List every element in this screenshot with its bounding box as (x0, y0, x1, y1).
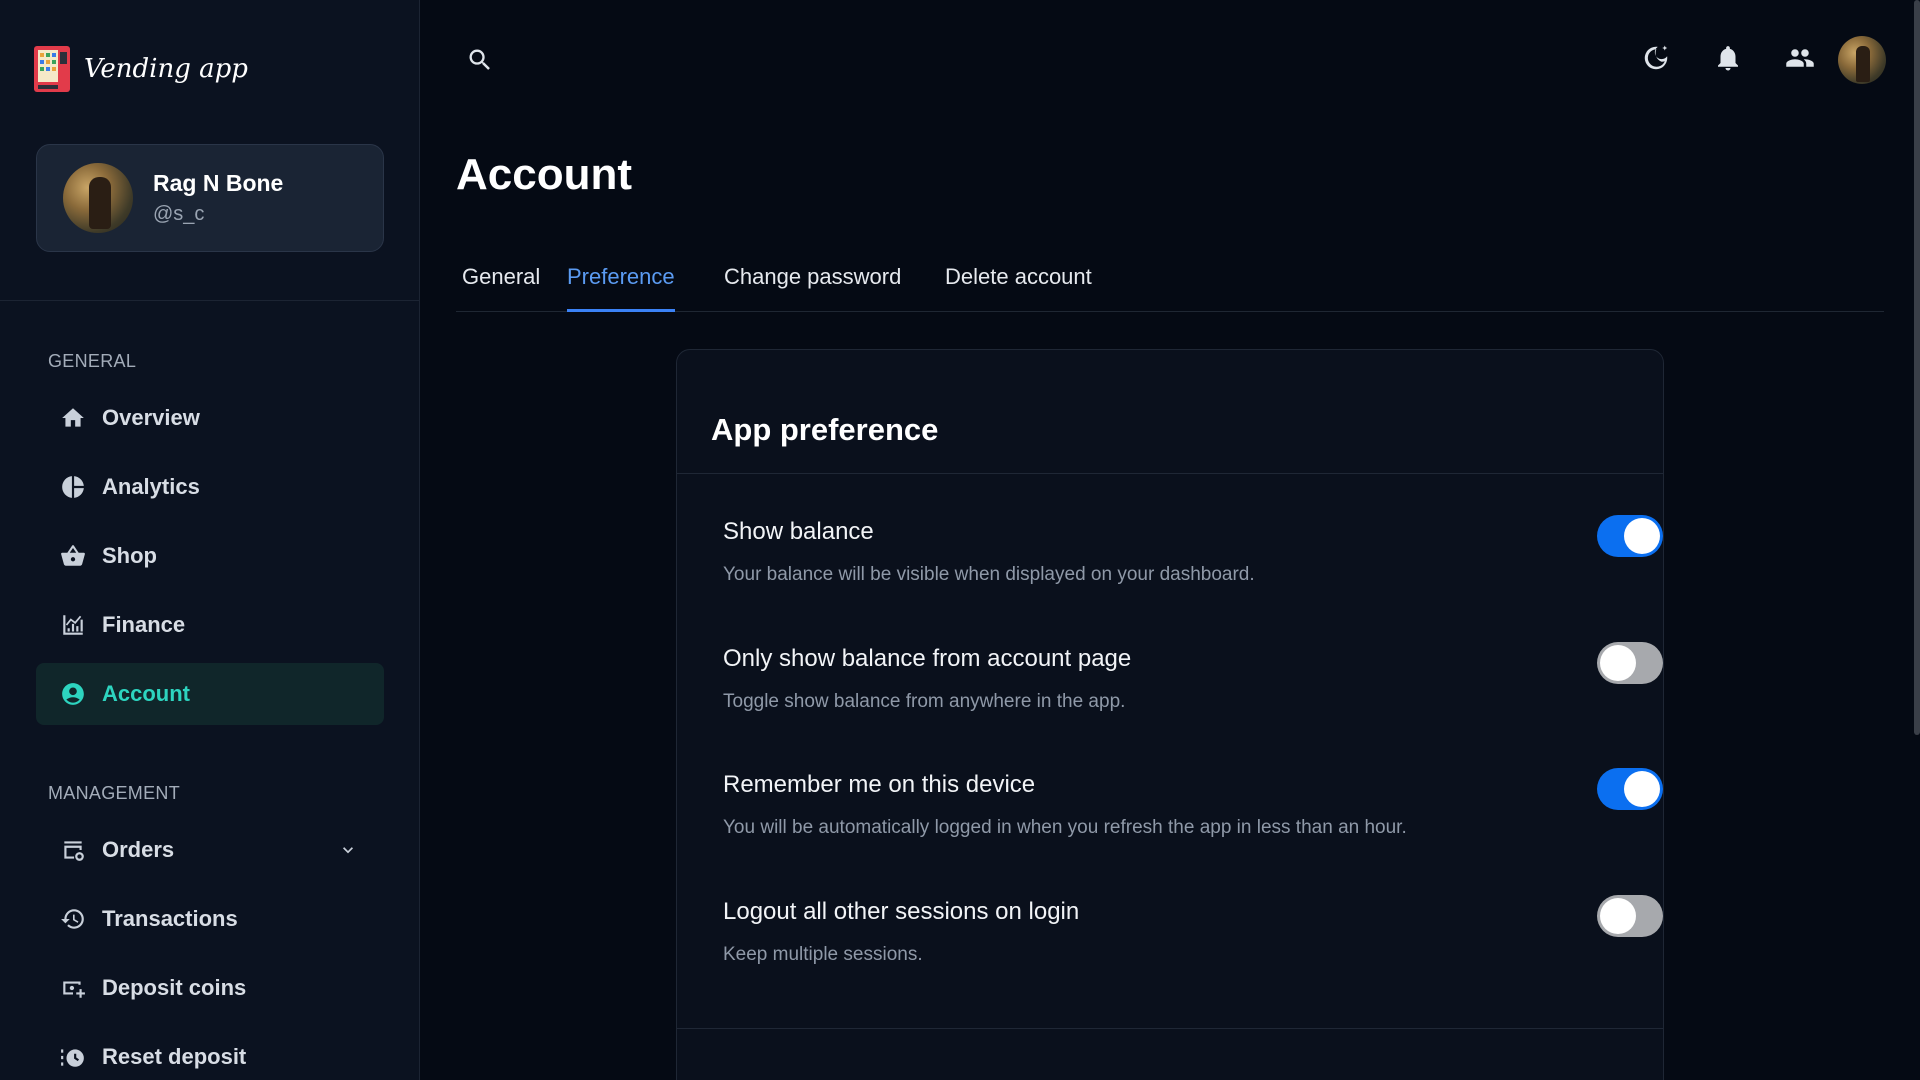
sidebar-item-label: Shop (102, 543, 157, 568)
dark-mode-toggle[interactable] (1640, 44, 1672, 76)
preference-title: Show balance (723, 518, 874, 545)
app-logo[interactable]: Vending app (32, 44, 248, 94)
toggle-knob (1624, 518, 1660, 554)
sidebar-item-label: Reset deposit (102, 1044, 247, 1069)
sidebar-item-transactions[interactable]: Transactions (36, 888, 384, 950)
toggle-knob (1600, 645, 1636, 681)
notifications-button[interactable] (1712, 44, 1744, 76)
section-label-general: GENERAL (48, 351, 137, 371)
preference-title: Logout all other sessions on login (723, 898, 1080, 925)
search-button[interactable] (466, 46, 494, 79)
dark-mode-icon (1641, 43, 1671, 78)
chevron-down-icon[interactable] (338, 840, 358, 865)
avatar (63, 163, 133, 233)
tab-preference[interactable]: Preference (567, 264, 675, 312)
account-tabs: General Preference Change password Delet… (456, 256, 1884, 312)
account-circle-icon (60, 681, 86, 707)
notifications-icon (1713, 43, 1743, 78)
preference-description: Your balance will be visible when displa… (723, 564, 1255, 585)
vending-machine-icon (32, 44, 72, 94)
sidebar-item-finance[interactable]: Finance (36, 594, 384, 656)
sidebar-item-account[interactable]: Account (36, 663, 384, 725)
page-title: Account (456, 150, 632, 199)
preference-logout-sessions: Logout all other sessions on login Keep … (723, 895, 1663, 966)
logout-sessions-toggle[interactable] (1597, 895, 1663, 937)
sidebar-item-label: Transactions (102, 906, 238, 931)
sidebar-item-deposit-coins[interactable]: Deposit coins (36, 957, 384, 1019)
app-preference-card: App preference Show balance Your balance… (676, 349, 1664, 1080)
account-page-balance-toggle[interactable] (1597, 642, 1663, 684)
profile-name: Rag N Bone (153, 170, 284, 196)
preference-show-balance: Show balance Your balance will be visibl… (723, 515, 1663, 586)
pie-chart-icon (60, 474, 86, 500)
tab-general[interactable]: General (462, 264, 540, 312)
user-avatar[interactable] (1838, 36, 1886, 84)
show-balance-toggle[interactable] (1597, 515, 1663, 557)
preference-description: Toggle show balance from anywhere in the… (723, 691, 1126, 712)
scrollbar[interactable] (1914, 0, 1920, 735)
home-icon (60, 405, 86, 431)
toggle-knob (1600, 898, 1636, 934)
preference-title: Remember me on this device (723, 771, 1036, 798)
section-label-management: MANAGEMENT (48, 783, 181, 803)
preference-remember-me: Remember me on this device You will be a… (723, 768, 1663, 839)
sidebar-item-label: Finance (102, 612, 186, 637)
deposit-icon (60, 975, 86, 1001)
sidebar-item-label: Orders (102, 837, 175, 862)
preference-description: You will be automatically logged in when… (723, 817, 1407, 838)
sidebar-item-label: Account (102, 681, 190, 706)
profile-handle: @s_c (153, 203, 205, 225)
sidebar: Vending app Rag N Bone @s_c GENERAL Over… (0, 0, 420, 1080)
sidebar-item-label: Analytics (102, 474, 200, 499)
remember-me-toggle[interactable] (1597, 768, 1663, 810)
tab-delete-account[interactable]: Delete account (945, 264, 1092, 312)
people-icon (1785, 43, 1815, 78)
sidebar-divider (0, 300, 420, 301)
reset-icon (60, 1044, 86, 1070)
search-icon (466, 49, 494, 78)
sidebar-item-shop[interactable]: Shop (36, 525, 384, 587)
toggle-knob (1624, 771, 1660, 807)
sidebar-item-orders[interactable]: Orders (36, 819, 384, 881)
sidebar-item-reset-deposit[interactable]: Reset deposit (36, 1026, 384, 1080)
sidebar-item-analytics[interactable]: Analytics (36, 456, 384, 518)
profile-card[interactable]: Rag N Bone @s_c (36, 144, 384, 252)
preference-description: Keep multiple sessions. (723, 944, 923, 965)
finance-chart-icon (60, 612, 86, 638)
tab-change-password[interactable]: Change password (724, 264, 901, 312)
card-divider (677, 1028, 1663, 1029)
sidebar-item-overview[interactable]: Overview (36, 387, 384, 449)
sidebar-item-label: Deposit coins (102, 975, 247, 1000)
people-button[interactable] (1784, 44, 1816, 76)
app-name: Vending app (84, 54, 248, 84)
preference-title: Only show balance from account page (723, 645, 1132, 672)
orders-icon (60, 837, 86, 863)
sidebar-item-label: Overview (102, 405, 200, 430)
basket-icon (60, 543, 86, 569)
history-icon (60, 906, 86, 932)
card-title: App preference (711, 412, 939, 447)
card-divider (677, 473, 1663, 474)
preference-account-page-balance: Only show balance from account page Togg… (723, 642, 1663, 713)
